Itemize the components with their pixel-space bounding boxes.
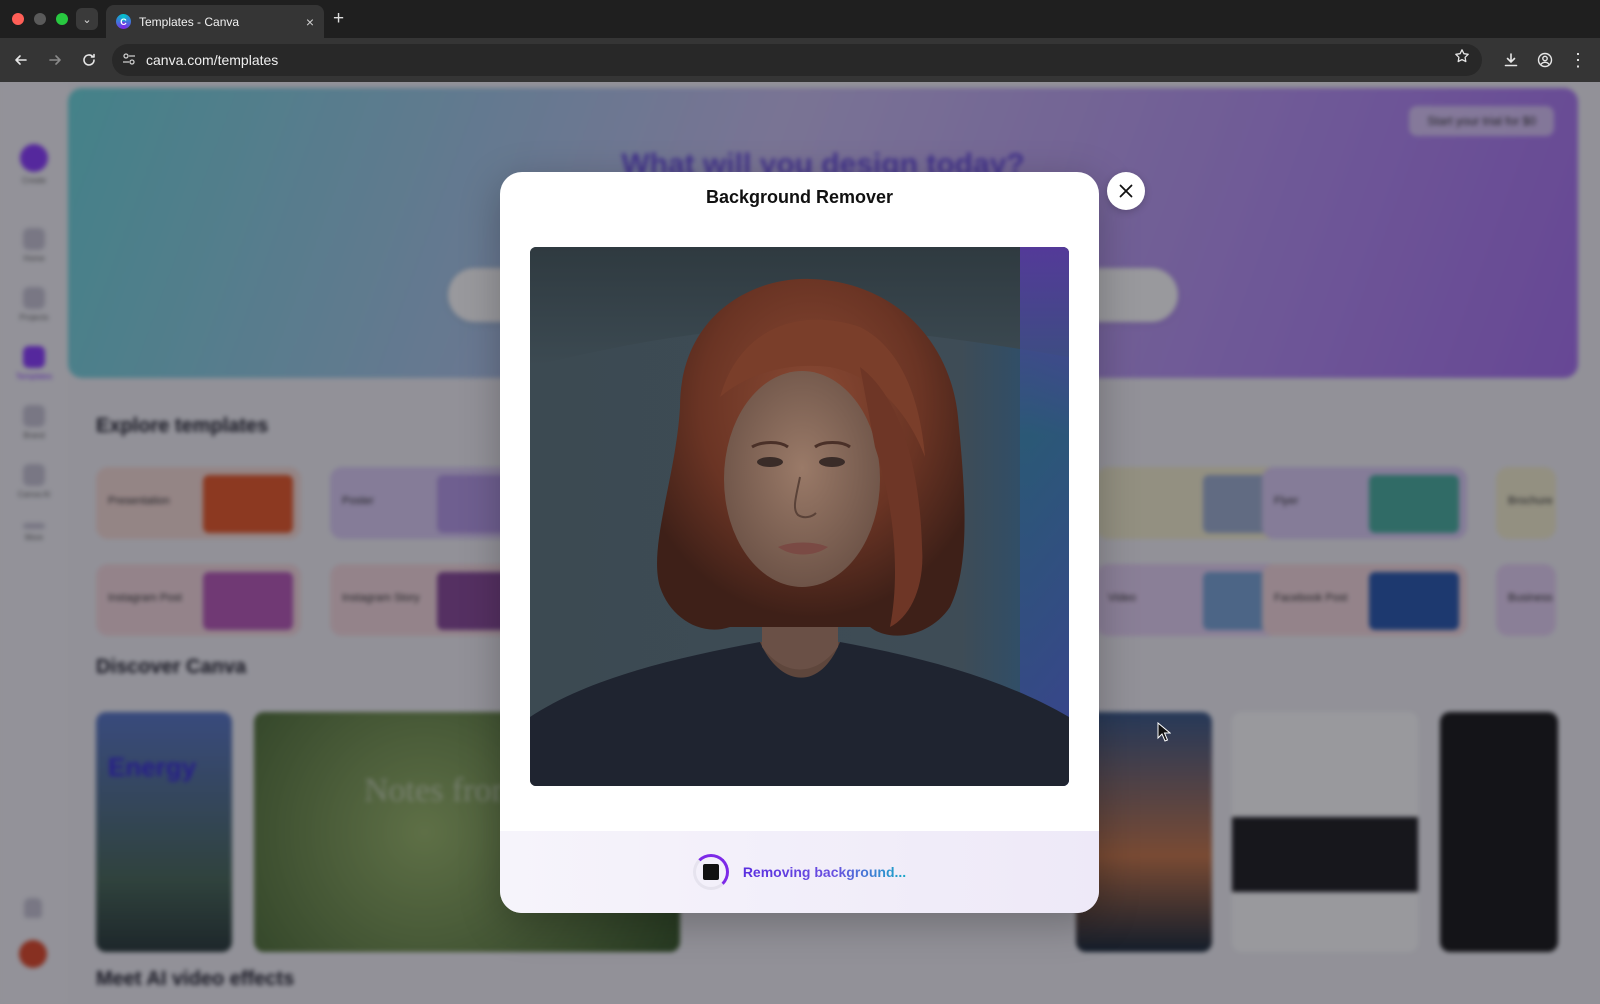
modal-title: Background Remover bbox=[705, 187, 894, 207]
browser-toolbar: canva.com/templates ⋮ bbox=[0, 38, 1600, 82]
window-minimize-button[interactable] bbox=[34, 13, 46, 25]
bookmark-star-icon[interactable] bbox=[1454, 48, 1470, 69]
browser-tab-active[interactable]: C Templates - Canva × bbox=[106, 5, 324, 38]
address-bar[interactable]: canva.com/templates bbox=[112, 44, 1482, 76]
background-remover-modal: Background Remover Removing background..… bbox=[500, 172, 1099, 913]
arrow-left-icon bbox=[15, 55, 27, 65]
stop-icon bbox=[702, 864, 719, 880]
tab-title: Templates - Canva bbox=[139, 14, 240, 29]
portrait-photo bbox=[530, 247, 1069, 786]
reload-icon bbox=[83, 53, 95, 66]
window-close-button[interactable] bbox=[12, 13, 24, 25]
close-modal-button[interactable] bbox=[1107, 172, 1145, 210]
browser-tab-bar: ⌄ C Templates - Canva × + bbox=[0, 0, 1600, 38]
more-vertical-icon[interactable]: ⋮ bbox=[1567, 49, 1589, 71]
back-button[interactable] bbox=[10, 49, 32, 71]
download-icon[interactable] bbox=[1500, 49, 1522, 71]
stop-processing-button[interactable] bbox=[692, 854, 729, 890]
tab-search-button[interactable]: ⌄ bbox=[76, 8, 98, 30]
arrow-right-icon bbox=[49, 55, 61, 65]
reload-button[interactable] bbox=[78, 49, 100, 71]
new-tab-button[interactable]: + bbox=[333, 8, 344, 30]
window-maximize-button[interactable] bbox=[56, 13, 68, 25]
canva-favicon-icon: C bbox=[116, 14, 131, 29]
photo-preview bbox=[530, 247, 1069, 786]
status-text: Removing background... bbox=[742, 864, 907, 880]
profile-icon[interactable] bbox=[1534, 49, 1556, 71]
progress-footer: Removing background... bbox=[500, 831, 1099, 913]
close-icon bbox=[1119, 184, 1133, 198]
tune-icon[interactable] bbox=[122, 52, 136, 69]
mouse-cursor-icon bbox=[1157, 721, 1172, 747]
url-text: canva.com/templates bbox=[146, 52, 279, 68]
tab-close-icon[interactable]: × bbox=[306, 14, 314, 30]
chevron-down-icon: ⌄ bbox=[82, 13, 92, 26]
forward-button[interactable] bbox=[44, 49, 66, 71]
